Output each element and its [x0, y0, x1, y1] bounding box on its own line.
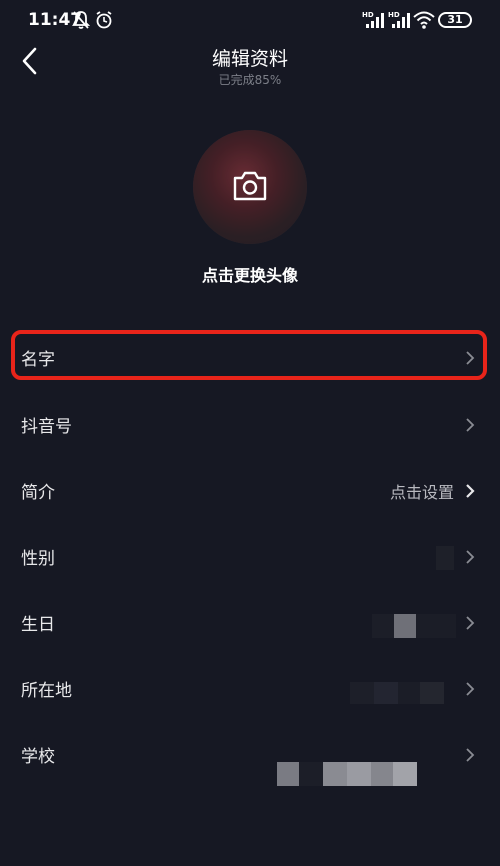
blurred-value	[420, 682, 444, 704]
blurred-value	[394, 614, 416, 638]
row-label: 所在地	[21, 681, 72, 701]
alarm-icon	[96, 11, 112, 29]
row-gender[interactable]: 性别	[0, 524, 500, 590]
chevron-right-icon	[466, 616, 475, 630]
blurred-value	[299, 762, 323, 786]
blurred-value	[374, 682, 398, 704]
chevron-right-icon	[466, 682, 475, 696]
row-value: 点击设置	[389, 483, 454, 502]
row-school[interactable]: 学校	[0, 722, 500, 788]
blurred-value	[436, 546, 454, 570]
chevron-right-icon	[466, 748, 475, 762]
row-location[interactable]: 所在地	[0, 656, 500, 722]
signal-icon-2: HD	[388, 11, 410, 28]
network-label-2: HD	[388, 11, 400, 19]
mute-bell-icon	[72, 11, 90, 29]
highlight-annotation	[11, 330, 487, 380]
blurred-value	[347, 762, 371, 786]
change-avatar-button[interactable]: 点击更换头像	[0, 262, 500, 286]
profile-completion: 已完成85%	[218, 73, 282, 87]
blurred-value	[393, 762, 417, 786]
blurred-value	[277, 762, 299, 786]
page-title: 编辑资料	[211, 48, 288, 70]
row-douyin-id[interactable]: 抖音号	[0, 392, 500, 458]
signal-icon: HD	[362, 11, 384, 28]
chevron-right-icon	[466, 418, 475, 432]
row-label: 抖音号	[21, 417, 72, 437]
chevron-right-icon	[466, 484, 475, 498]
blurred-value	[372, 614, 394, 638]
network-label: HD	[362, 11, 374, 19]
blurred-value	[350, 682, 374, 704]
row-label: 学校	[21, 747, 55, 767]
row-birthday[interactable]: 生日	[0, 590, 500, 656]
row-bio[interactable]: 简介 点击设置	[0, 458, 500, 524]
blurred-value	[323, 762, 347, 786]
row-label: 简介	[21, 483, 55, 503]
blurred-value	[398, 682, 420, 704]
wifi-icon	[413, 11, 435, 29]
battery-icon: 31	[438, 12, 472, 28]
row-label: 性别	[21, 549, 55, 569]
camera-icon	[233, 171, 267, 201]
row-label: 生日	[21, 615, 55, 635]
status-bar: 11:47 HD HD 31	[0, 0, 500, 40]
blurred-value	[371, 762, 393, 786]
blurred-value	[416, 614, 456, 638]
chevron-right-icon	[466, 550, 475, 564]
